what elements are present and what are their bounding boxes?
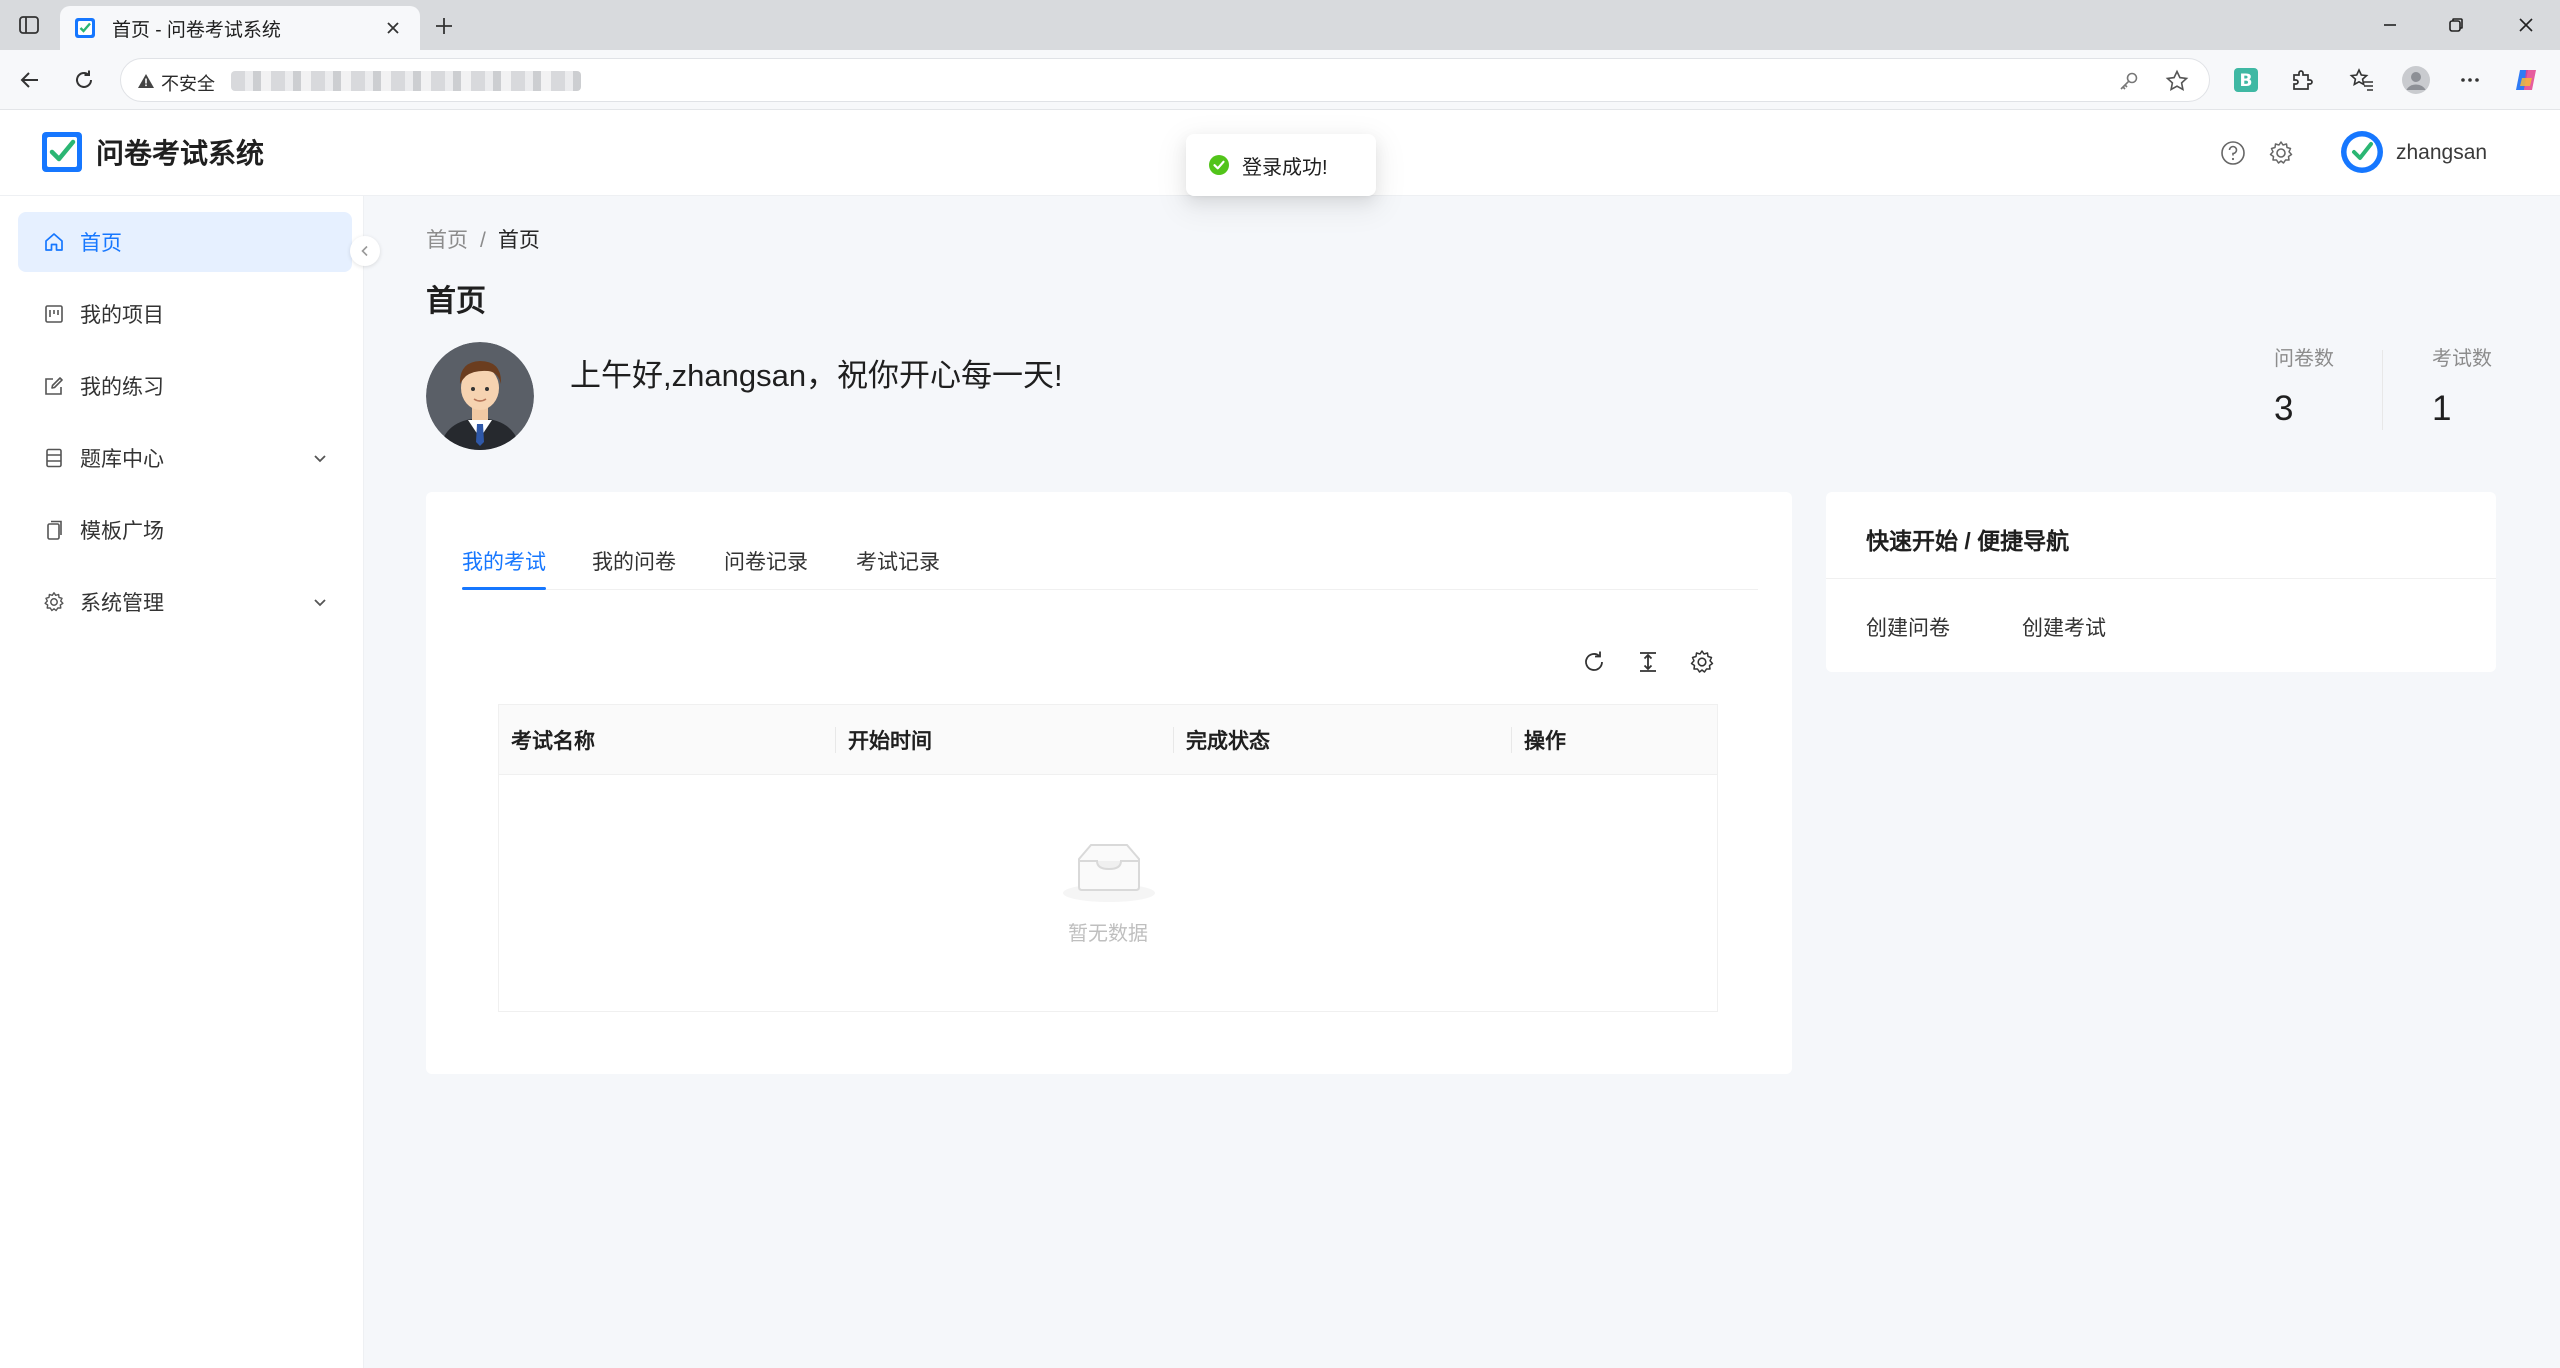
- sidebar-item-practice[interactable]: 我的练习: [18, 356, 352, 416]
- help-icon[interactable]: [2218, 138, 2248, 168]
- app-root: 问卷考试系统 zhangsan 登录成功! 首页 我的项目 我的练习 题库中心 …: [0, 110, 2560, 1368]
- breadcrumb-link[interactable]: 首页: [426, 229, 468, 252]
- reload-icon[interactable]: [68, 64, 100, 96]
- sidebar: 首页 我的项目 我的练习 题库中心 模板广场 系统管理: [0, 196, 364, 1368]
- close-window-icon[interactable]: [2506, 10, 2546, 40]
- create-exam-link[interactable]: 创建考试: [2022, 612, 2106, 642]
- sidebar-item-question-bank[interactable]: 题库中心: [18, 428, 352, 488]
- tab-favicon-icon: [75, 18, 95, 38]
- chevron-down-icon: [310, 592, 330, 612]
- header-username[interactable]: zhangsan: [2396, 141, 2487, 165]
- extensions-puzzle-icon[interactable]: [2286, 64, 2318, 96]
- gear-icon: [42, 590, 66, 614]
- stat-label: 问卷数: [2274, 348, 2334, 370]
- new-tab-icon[interactable]: [428, 10, 460, 42]
- quick-nav-divider: [1826, 578, 2496, 579]
- extension-b-icon[interactable]: B: [2230, 64, 2262, 96]
- tab-survey-records[interactable]: 问卷记录: [724, 546, 808, 576]
- app-brand-title: 问卷考试系统: [96, 138, 265, 169]
- breadcrumb-separator: /: [480, 229, 486, 252]
- empty-state-text: 暂无数据: [1068, 923, 1148, 945]
- column-settings-icon[interactable]: [1686, 646, 1718, 678]
- restore-icon[interactable]: [2436, 10, 2476, 40]
- tab-title: 首页 - 问卷考试系统: [112, 19, 281, 41]
- column-header-exam-name[interactable]: 考试名称: [499, 705, 595, 775]
- tab-exam-records[interactable]: 考试记录: [856, 546, 940, 576]
- settings-gear-icon[interactable]: [2266, 138, 2296, 168]
- sidebar-item-templates[interactable]: 模板广场: [18, 500, 352, 560]
- stat-survey-count: 问卷数 3: [2274, 342, 2414, 429]
- browser-tab-active[interactable]: 首页 - 问卷考试系统: [60, 6, 420, 50]
- security-label[interactable]: 不安全: [161, 70, 215, 96]
- chevron-down-icon: [310, 448, 330, 468]
- more-menu-icon[interactable]: [2454, 64, 2486, 96]
- sidebar-item-home[interactable]: 首页: [18, 212, 352, 272]
- breadcrumb: 首页 / 首页: [426, 224, 540, 254]
- records-tabs: 我的考试 我的问卷 问卷记录 考试记录: [462, 528, 1758, 590]
- column-header-actions[interactable]: 操作: [1512, 705, 1566, 775]
- project-icon: [42, 302, 66, 326]
- back-icon[interactable]: [14, 64, 46, 96]
- sidebar-toggle-icon[interactable]: [16, 12, 42, 38]
- refresh-icon[interactable]: [1578, 646, 1610, 678]
- user-portrait-avatar: [426, 342, 534, 450]
- browser-tab-bar: 首页 - 问卷考试系统: [0, 0, 2560, 50]
- quick-nav-card: 快速开始 / 便捷导航 创建问卷 创建考试: [1826, 492, 2496, 672]
- sidebar-item-label: 我的项目: [80, 304, 164, 327]
- chevron-left-icon: [361, 245, 368, 257]
- svg-text:B: B: [2240, 71, 2253, 91]
- edit-icon: [42, 374, 66, 398]
- records-card: 我的考试 我的问卷 问卷记录 考试记录 考试名称 开始时间 完成状态 操作 暂无…: [426, 492, 1792, 1074]
- home-icon: [42, 230, 66, 254]
- sidebar-item-system[interactable]: 系统管理: [18, 572, 352, 632]
- favorite-star-icon[interactable]: [2165, 69, 2189, 93]
- sidebar-item-projects[interactable]: 我的项目: [18, 284, 352, 344]
- profile-avatar-icon[interactable]: [2400, 64, 2432, 96]
- user-avatar[interactable]: [2340, 130, 2384, 174]
- column-height-icon[interactable]: [1632, 646, 1664, 678]
- app-logo-icon: [42, 132, 82, 172]
- book-icon: [42, 446, 66, 470]
- tab-active-indicator: [462, 587, 546, 590]
- sidebar-item-label: 首页: [80, 232, 122, 255]
- minimize-icon[interactable]: [2370, 10, 2410, 40]
- page-title: 首页: [426, 285, 486, 318]
- stat-label: 考试数: [2432, 348, 2492, 370]
- stat-divider: [2382, 350, 2383, 430]
- empty-inbox-icon: [1063, 844, 1155, 902]
- tab-close-icon[interactable]: [380, 15, 406, 41]
- tab-my-exams[interactable]: 我的考试: [462, 546, 546, 576]
- toast-message: 登录成功!: [1242, 156, 1328, 179]
- stat-value: 1: [2432, 389, 2452, 428]
- column-header-status[interactable]: 完成状态: [1174, 705, 1270, 775]
- sidebar-item-label: 系统管理: [80, 592, 164, 615]
- table-header: 考试名称 开始时间 完成状态 操作: [499, 705, 1717, 775]
- copilot-icon[interactable]: [2510, 64, 2542, 96]
- greeting-text: 上午好,zhangsan，祝你开心每一天!: [570, 358, 1063, 393]
- quick-nav-title: 快速开始 / 便捷导航: [1866, 528, 2070, 554]
- key-icon[interactable]: [2117, 69, 2141, 93]
- login-success-toast: 登录成功!: [1186, 134, 1376, 196]
- tab-my-surveys[interactable]: 我的问卷: [592, 546, 676, 576]
- column-header-start-time[interactable]: 开始时间: [836, 705, 932, 775]
- sidebar-item-label: 我的练习: [80, 376, 164, 399]
- breadcrumb-current: 首页: [497, 229, 540, 252]
- address-toolbar: 不安全 B: [0, 50, 2560, 110]
- sidebar-item-label: 题库中心: [80, 448, 164, 471]
- copy-icon: [42, 518, 66, 542]
- check-circle-icon: [1209, 155, 1229, 175]
- url-bar[interactable]: 不安全: [120, 58, 2210, 102]
- warning-icon: [135, 70, 157, 92]
- stat-exam-count: 考试数 1: [2432, 342, 2560, 429]
- exam-table: 考试名称 开始时间 完成状态 操作 暂无数据: [498, 704, 1718, 1012]
- favorites-icon[interactable]: [2346, 64, 2378, 96]
- sidebar-item-label: 模板广场: [80, 520, 164, 543]
- sidebar-collapse-button[interactable]: [350, 236, 380, 266]
- create-survey-link[interactable]: 创建问卷: [1866, 612, 1950, 642]
- url-redacted: [231, 71, 581, 91]
- stat-value: 3: [2274, 389, 2294, 428]
